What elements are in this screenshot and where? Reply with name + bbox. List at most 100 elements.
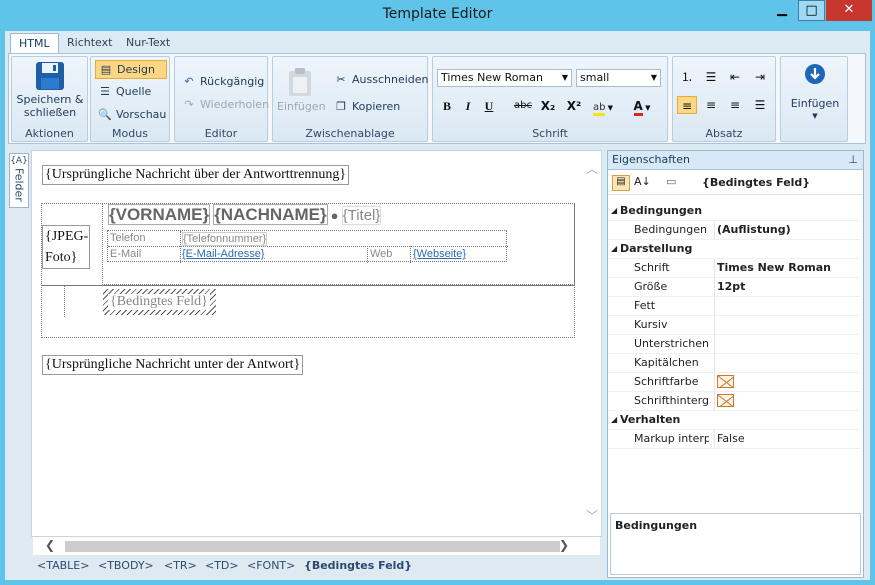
quelle-button[interactable]: ☰ Quelle bbox=[97, 84, 151, 98]
color-swatch-icon[interactable] bbox=[717, 393, 734, 407]
scroll-left-icon[interactable]: ❮ bbox=[45, 538, 55, 552]
property-row[interactable]: Unterstrichen bbox=[608, 335, 861, 354]
chevron-down-icon: ▼ bbox=[812, 112, 818, 120]
felder-tab[interactable]: {A} Felder bbox=[9, 153, 29, 208]
vorname-field[interactable]: {VORNAME} bbox=[108, 204, 211, 225]
property-value[interactable] bbox=[714, 335, 717, 353]
collapse-triangle-icon[interactable]: ◢ bbox=[611, 411, 617, 429]
copy-button[interactable]: ❐ Kopieren bbox=[333, 99, 400, 113]
underline-button[interactable]: U bbox=[480, 97, 498, 115]
property-row[interactable]: Schriftfarbe bbox=[608, 373, 861, 392]
paste-button[interactable]: Einfügen bbox=[277, 67, 326, 113]
tag-path-item[interactable]: <FONT> bbox=[247, 559, 295, 572]
decrease-indent-icon[interactable]: ⇤ bbox=[726, 68, 744, 86]
telefon-field[interactable]: {Telefonnummer} bbox=[182, 232, 268, 246]
property-row[interactable]: Größe 12pt bbox=[608, 278, 861, 297]
design-button[interactable]: ▤ Design bbox=[95, 60, 167, 79]
property-value[interactable] bbox=[714, 392, 734, 410]
align-center-icon[interactable]: ≡ bbox=[702, 96, 720, 114]
chevron-down-icon: ▼ bbox=[642, 104, 651, 112]
left-side-strip bbox=[8, 150, 30, 576]
property-category[interactable]: ◢ Darstellung bbox=[608, 240, 861, 259]
property-category[interactable]: ◢ Verhalten bbox=[608, 411, 861, 430]
property-row[interactable]: Markup interp False bbox=[608, 430, 861, 449]
align-right-icon[interactable]: ≡ bbox=[726, 96, 744, 114]
property-row[interactable]: Schrifthintergr bbox=[608, 392, 861, 411]
tag-path-item[interactable]: <TD> bbox=[205, 559, 239, 572]
tab-html[interactable]: HTML bbox=[10, 33, 59, 55]
property-grid: ◢ Bedingungen Bedingungen (Auflistung) ◢ Dars… bbox=[608, 202, 863, 512]
close-button[interactable]: ✕ bbox=[826, 0, 872, 21]
collapse-triangle-icon[interactable]: ◢ bbox=[611, 240, 617, 258]
email-field[interactable]: {E-Mail-Adresse} bbox=[182, 248, 265, 260]
property-row[interactable]: Schrift Times New Roman bbox=[608, 259, 861, 278]
undo-button[interactable]: ↶ Rückgängig bbox=[181, 74, 264, 88]
font-color-button[interactable]: A ▼ bbox=[627, 97, 657, 116]
font-family-select[interactable]: Times New Roman ▼ bbox=[437, 69, 572, 87]
property-value[interactable] bbox=[714, 316, 717, 334]
subscript-button[interactable]: X₂ bbox=[537, 97, 559, 115]
quoted-above-field[interactable]: {Ursprüngliche Nachricht über der Antwor… bbox=[42, 165, 350, 185]
titel-field[interactable]: {Titel} bbox=[341, 206, 382, 225]
increase-indent-icon[interactable]: ⇥ bbox=[751, 68, 769, 86]
highlight-color-button[interactable]: ab ▼ bbox=[589, 97, 617, 116]
property-name: Unterstrichen bbox=[634, 337, 709, 350]
property-row[interactable]: Bedingungen (Auflistung) bbox=[608, 221, 861, 240]
web-field[interactable]: {Webseite} bbox=[413, 248, 466, 260]
property-row[interactable]: Fett bbox=[608, 297, 861, 316]
sort-alpha-icon[interactable]: A↓ bbox=[634, 175, 651, 188]
scroll-thumb[interactable] bbox=[65, 541, 560, 552]
property-value[interactable] bbox=[714, 297, 717, 315]
photo-field[interactable]: {JPEG-Foto} bbox=[42, 225, 90, 269]
editor-canvas[interactable]: {Ursprüngliche Nachricht über der Antwor… bbox=[31, 150, 602, 537]
group-insert: Einfügen ▼ bbox=[780, 56, 848, 142]
property-value[interactable]: Times New Roman bbox=[714, 259, 831, 277]
tag-path-item[interactable]: <TBODY> bbox=[98, 559, 154, 572]
cut-button[interactable]: ✂ Ausschneiden bbox=[333, 72, 428, 86]
bullet-list-icon[interactable]: ☰ bbox=[702, 68, 720, 86]
scroll-down-icon[interactable]: ﹀ bbox=[586, 507, 598, 524]
nachname-field[interactable]: {NACHNAME} bbox=[213, 204, 328, 225]
scroll-up-icon[interactable]: ︿ bbox=[586, 160, 598, 177]
insert-button[interactable]: Einfügen ▼ bbox=[787, 63, 843, 123]
property-value[interactable]: False bbox=[714, 430, 745, 448]
property-value[interactable] bbox=[714, 354, 717, 372]
horizontal-scrollbar[interactable]: ❮ ❯ bbox=[33, 537, 600, 555]
align-left-icon[interactable]: ≡ bbox=[677, 96, 697, 114]
maximize-button[interactable]: □ bbox=[798, 0, 825, 21]
redo-button[interactable]: ↷ Wiederholen bbox=[181, 97, 269, 111]
font-size-select[interactable]: small ▼ bbox=[576, 69, 661, 87]
tab-richtext[interactable]: Richtext bbox=[59, 33, 120, 53]
email-label: E-Mail bbox=[110, 248, 142, 260]
property-row[interactable]: Kursiv bbox=[608, 316, 861, 335]
italic-button[interactable]: I bbox=[459, 97, 477, 115]
property-category[interactable]: ◢ Bedingungen bbox=[608, 202, 861, 221]
quoted-below-field[interactable]: {Ursprüngliche Nachricht unter der Antwo… bbox=[42, 355, 304, 375]
categorized-icon[interactable]: ▤ bbox=[612, 175, 630, 191]
superscript-button[interactable]: X² bbox=[563, 97, 585, 115]
color-swatch-icon[interactable] bbox=[717, 374, 734, 388]
collapse-triangle-icon[interactable]: ◢ bbox=[611, 202, 617, 220]
vertical-scrollbar[interactable]: ︿ ﹀ bbox=[582, 152, 600, 535]
pin-icon[interactable]: ⊥ bbox=[848, 151, 858, 169]
minimize-button[interactable]: ▁ bbox=[768, 0, 796, 21]
property-value[interactable]: (Auflistung) bbox=[714, 221, 791, 239]
property-value[interactable] bbox=[714, 373, 734, 391]
property-row[interactable]: Kapitälchen bbox=[608, 354, 861, 373]
scroll-right-icon[interactable]: ❯ bbox=[559, 538, 569, 552]
tag-path-item[interactable]: <TABLE> bbox=[37, 559, 89, 572]
vorschau-button[interactable]: 🔍 Vorschau bbox=[97, 107, 166, 121]
conditional-field[interactable]: {Bedingtes Feld} bbox=[108, 294, 210, 310]
tag-path-item[interactable]: <TR> bbox=[164, 559, 197, 572]
save-close-button[interactable]: Speichern & schließen bbox=[14, 61, 86, 119]
align-justify-icon[interactable]: ☰ bbox=[751, 96, 769, 114]
group-label-zwischenablage: Zwischenablage bbox=[305, 127, 395, 140]
strikethrough-button[interactable]: abc bbox=[512, 97, 534, 115]
tag-path-item-current[interactable]: {Bedingtes Feld} bbox=[304, 559, 412, 572]
property-pages-icon[interactable]: ▭ bbox=[666, 175, 676, 188]
group-zwischenablage: Einfügen ✂ Ausschneiden ❐ Kopieren Zwische… bbox=[272, 56, 429, 142]
property-value[interactable]: 12pt bbox=[714, 278, 745, 296]
tab-nur-text[interactable]: Nur-Text bbox=[118, 33, 178, 53]
numbered-list-icon[interactable]: ⒈ bbox=[678, 68, 696, 86]
bold-button[interactable]: B bbox=[438, 97, 456, 115]
